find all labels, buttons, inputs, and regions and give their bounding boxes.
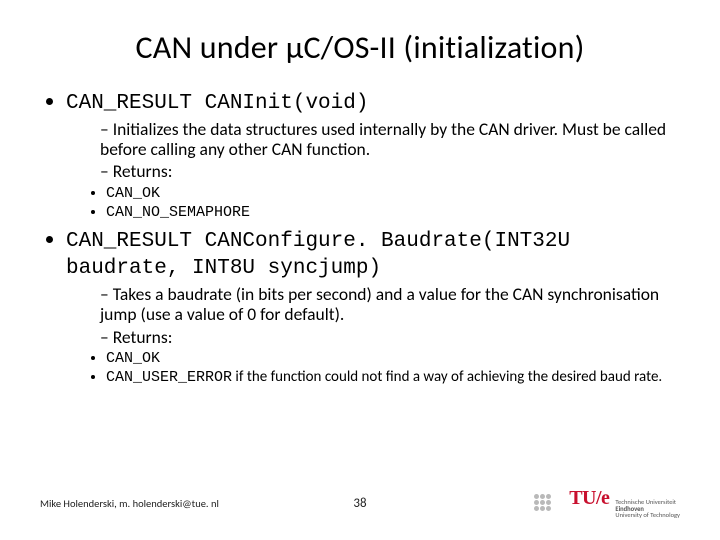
return-code: CAN_NO_SEMAPHORE (106, 204, 250, 221)
footer-logos: TU/e Technische Universiteit Eindhoven U… (534, 487, 680, 519)
desc-line: Takes a baudrate (in bits per second) an… (100, 284, 680, 324)
slide: CAN under μC/OS-II (initialization) CAN_… (0, 0, 720, 540)
tue-logo-mark: TU/e (569, 487, 609, 510)
code-signature: CAN_RESULT CANInit(void) (66, 92, 368, 115)
return-item: CAN_NO_SEMAPHORE (106, 203, 680, 223)
bullet-item-caninit: CAN_RESULT CANInit(void) Initializes the… (66, 89, 680, 223)
footer-author: Mike Holenderski, m. holenderski@tue. nl (40, 497, 219, 510)
tue-logo-text: Technische Universiteit Eindhoven Univer… (615, 499, 680, 519)
code-signature: CAN_RESULT CANConfigure. Baudrate(INT32U… (66, 230, 570, 280)
slide-title: CAN under μC/OS-II (initialization) (40, 28, 680, 67)
tue-logo: TU/e Technische Universiteit Eindhoven U… (569, 487, 680, 519)
return-code: CAN_OK (106, 185, 160, 202)
return-item: CAN_OK (106, 349, 680, 369)
returns-label: Returns: (100, 161, 680, 181)
bullet-item-canconfigure: CAN_RESULT CANConfigure. Baudrate(INT32U… (66, 227, 680, 388)
embedded-logo-icon (534, 494, 551, 512)
return-item: CAN_OK (106, 184, 680, 204)
footer-page-number: 38 (353, 496, 366, 511)
sub-list: Initializes the data structures used int… (66, 119, 680, 181)
sub-list: Takes a baudrate (in bits per second) an… (66, 284, 680, 346)
returns-list: CAN_OK CAN_NO_SEMAPHORE (66, 184, 680, 224)
return-suffix: if the function could not find a way of … (232, 368, 662, 386)
returns-label: Returns: (100, 327, 680, 347)
return-code: CAN_USER_ERROR (106, 369, 232, 386)
footer: Mike Holenderski, m. holenderski@tue. nl… (40, 486, 680, 520)
return-code: CAN_OK (106, 350, 160, 367)
desc-line: Initializes the data structures used int… (100, 119, 680, 159)
return-item: CAN_USER_ERROR if the function could not… (106, 368, 680, 388)
bullet-list: CAN_RESULT CANInit(void) Initializes the… (40, 89, 680, 388)
tue-line3: University of Technology (615, 512, 680, 519)
returns-list: CAN_OK CAN_USER_ERROR if the function co… (66, 349, 680, 389)
